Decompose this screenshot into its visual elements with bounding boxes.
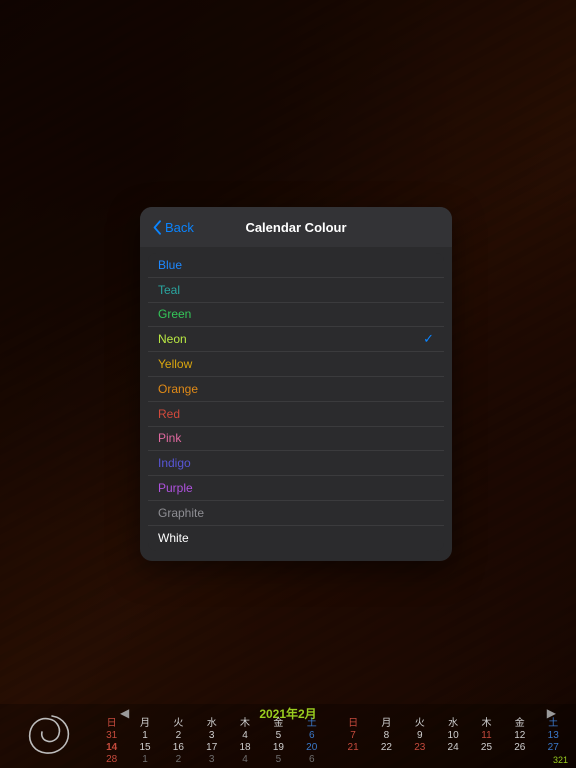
cal-cell: 日: [336, 718, 369, 730]
colour-label: Graphite: [158, 506, 204, 520]
cal-cell: 金: [503, 718, 536, 730]
cal-cell: 24: [436, 742, 469, 754]
cal-cell: 23: [403, 742, 436, 754]
colour-list: Blue✓Teal✓Green✓Neon✓Yellow✓Orange✓Red✓P…: [140, 247, 452, 561]
cal-cell: 6: [295, 730, 328, 742]
cal-cell: [370, 754, 403, 766]
cal-cell: 17: [195, 742, 228, 754]
cal-cell: 水: [195, 718, 228, 730]
cal-cell: 木: [228, 718, 261, 730]
cal-cell: 6: [295, 754, 328, 766]
cal-cell: [403, 754, 436, 766]
cal-cell: 27: [536, 742, 570, 754]
cal-cell: 5: [262, 730, 295, 742]
cal-cell: 2: [162, 730, 195, 742]
cal-cell: 18: [228, 742, 261, 754]
cal-cell: 321: [536, 754, 570, 766]
back-label: Back: [165, 220, 194, 235]
cal-cell: [336, 754, 369, 766]
colour-option-graphite[interactable]: Graphite✓: [148, 501, 444, 526]
chevron-left-icon: [152, 220, 163, 235]
cal-cell: 5: [262, 754, 295, 766]
cal-cell: 4: [228, 730, 261, 742]
cal-cell: 19: [262, 742, 295, 754]
colour-label: Pink: [158, 431, 181, 445]
cal-cell: 日: [95, 718, 128, 730]
colour-option-teal[interactable]: Teal✓: [148, 278, 444, 303]
colour-label: Yellow: [158, 357, 192, 371]
colour-option-red[interactable]: Red✓: [148, 402, 444, 427]
cal-cell: 3: [195, 730, 228, 742]
colour-label: Red: [158, 407, 180, 421]
cal-cell: [503, 754, 536, 766]
colour-label: Teal: [158, 283, 180, 297]
cal-cell: 8: [370, 730, 403, 742]
colour-option-indigo[interactable]: Indigo✓: [148, 451, 444, 476]
colour-label: Orange: [158, 382, 198, 396]
popover-header: Back Calendar Colour: [140, 207, 452, 247]
cal-cell: 1: [128, 730, 161, 742]
cal-cell: 31: [95, 730, 128, 742]
app-logo-icon: [22, 710, 74, 760]
cal-cell: 3: [195, 754, 228, 766]
colour-option-purple[interactable]: Purple✓: [148, 476, 444, 501]
colour-label: Green: [158, 307, 191, 321]
cal-cell: 22: [370, 742, 403, 754]
cal-cell: 15: [128, 742, 161, 754]
colour-label: Purple: [158, 481, 193, 495]
cal-cell: 28: [95, 754, 128, 766]
colour-option-pink[interactable]: Pink✓: [148, 427, 444, 452]
cal-cell: 14: [95, 742, 128, 754]
cal-cell: 13: [536, 730, 570, 742]
cal-cell: 水: [436, 718, 469, 730]
cal-cell: 25: [470, 742, 503, 754]
cal-cell: 21: [336, 742, 369, 754]
cal-cell: 月: [370, 718, 403, 730]
cal-cell: 11: [470, 730, 503, 742]
colour-option-orange[interactable]: Orange✓: [148, 377, 444, 402]
colour-label: White: [158, 531, 189, 545]
calendar-grid[interactable]: 日月火水木金土日月火水木金土31123456789101112131415161…: [95, 718, 570, 766]
cal-cell: 木: [470, 718, 503, 730]
cal-cell: 26: [503, 742, 536, 754]
colour-option-blue[interactable]: Blue✓: [148, 253, 444, 278]
cal-cell: 12: [503, 730, 536, 742]
cal-cell: 9: [403, 730, 436, 742]
colour-label: Blue: [158, 258, 182, 272]
cal-cell: 火: [403, 718, 436, 730]
cal-cell: [436, 754, 469, 766]
cal-cell: [470, 754, 503, 766]
cal-cell: 土: [536, 718, 570, 730]
colour-label: Indigo: [158, 456, 191, 470]
cal-cell: 1: [128, 754, 161, 766]
back-button[interactable]: Back: [146, 207, 200, 247]
calendar-colour-popover: Back Calendar Colour Blue✓Teal✓Green✓Neo…: [140, 207, 452, 561]
cal-cell: 土: [295, 718, 328, 730]
colour-label: Neon: [158, 332, 187, 346]
cal-cell: 火: [162, 718, 195, 730]
cal-cell: 2: [162, 754, 195, 766]
cal-cell: 金: [262, 718, 295, 730]
cal-cell: 月: [128, 718, 161, 730]
calendar-strip: ◀ 2021年2月 ▶ 日月火水木金土日月火水木金土31123456789101…: [0, 704, 576, 768]
cal-cell: 20: [295, 742, 328, 754]
cal-cell: 10: [436, 730, 469, 742]
check-icon: ✓: [423, 331, 434, 347]
colour-option-neon[interactable]: Neon ✓: [148, 327, 444, 352]
colour-option-white[interactable]: White✓: [148, 526, 444, 551]
colour-option-yellow[interactable]: Yellow✓: [148, 352, 444, 377]
colour-option-green[interactable]: Green✓: [148, 303, 444, 328]
cal-cell: 7: [336, 730, 369, 742]
cal-cell: 4: [228, 754, 261, 766]
popover-title: Calendar Colour: [245, 220, 346, 235]
cal-cell: 16: [162, 742, 195, 754]
